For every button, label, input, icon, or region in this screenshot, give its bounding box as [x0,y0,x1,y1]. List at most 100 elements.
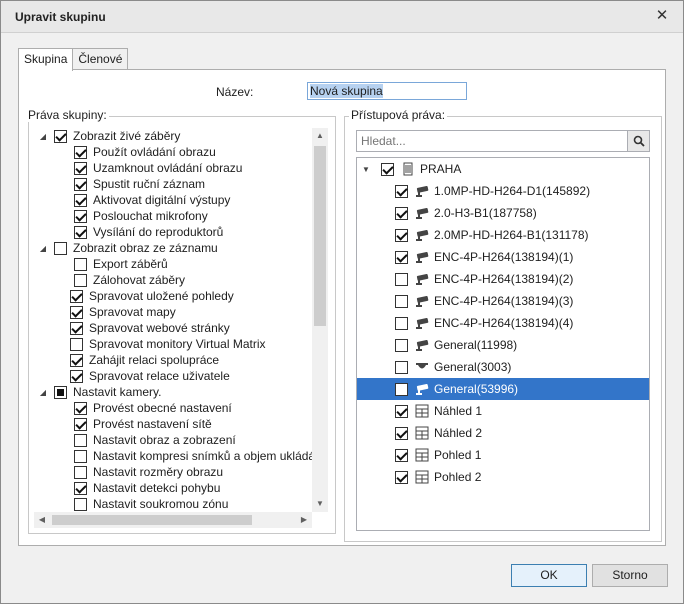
access-checkbox[interactable] [381,162,394,176]
tree-node-device[interactable]: 2.0MP-HD-H264-B1(131178) [357,224,649,246]
rights-item[interactable]: Spravovat monitory Virtual Matrix [54,336,266,352]
scroll-thumb[interactable] [314,146,326,326]
rights-item[interactable]: Uzamknout ovládání obrazu [74,160,242,176]
tree-node-device[interactable]: ENC-4P-H264(138194)(4) [357,312,649,334]
rights-item[interactable]: Spravovat relace uživatele [54,368,230,384]
rights-checkbox[interactable] [70,353,83,367]
rights-checkbox[interactable] [74,497,87,511]
scroll-up-icon[interactable]: ▲ [312,128,328,144]
rights-item[interactable]: Spravovat webové stránky [54,320,230,336]
rights-item[interactable]: Export záběrů [74,256,168,272]
access-checkbox[interactable] [395,206,408,220]
rights-checkbox[interactable] [74,465,87,479]
tree-node-device[interactable]: 2.0-H3-B1(187758) [357,202,649,224]
search-input[interactable] [357,131,627,151]
tree-node-device[interactable]: Pohled 2 [357,466,649,488]
rights-item[interactable]: Nastavit kompresi snímků a objem ukládá [74,448,312,464]
camera-icon [414,183,430,199]
rights-checkbox[interactable] [70,321,83,335]
rights-checkbox[interactable] [74,481,87,495]
scroll-down-icon[interactable]: ▼ [312,496,328,512]
expand-arrow-icon[interactable]: ◢ [38,131,48,141]
rights-vertical-scrollbar[interactable]: ▲ ▼ [312,128,328,512]
scroll-left-icon[interactable]: ◀ [34,512,50,528]
rights-checkbox[interactable] [74,273,87,287]
tree-node-site[interactable]: ▼ PRAHA [357,158,649,180]
tree-node-device[interactable]: ENC-4P-H264(138194)(3) [357,290,649,312]
rights-checkbox[interactable] [74,145,87,159]
rights-item[interactable]: ◢ Zobrazit živé záběry [38,128,180,144]
rights-item[interactable]: Vysílání do reproduktorů [74,224,223,240]
rights-checkbox[interactable] [74,177,87,191]
expand-arrow-icon[interactable]: ◢ [38,387,48,397]
tree-node-device[interactable]: General(3003) [357,356,649,378]
rights-item[interactable]: Provést nastavení sítě [74,416,212,432]
rights-checkbox[interactable] [70,305,83,319]
ok-button[interactable]: OK [511,564,587,587]
rights-item[interactable]: Zahájit relaci spolupráce [54,352,219,368]
rights-checkbox[interactable] [74,417,87,431]
rights-item[interactable]: Nastavit detekci pohybu [74,480,220,496]
tree-node-device[interactable]: General(53996) [357,378,649,400]
rights-item[interactable]: Nastavit soukromou zónu [74,496,228,512]
rights-item[interactable]: Spustit ruční záznam [74,176,205,192]
rights-checkbox[interactable] [74,209,87,223]
rights-item[interactable]: Spravovat mapy [54,304,176,320]
rights-item[interactable]: Aktivovat digitální výstupy [74,192,230,208]
rights-checkbox[interactable] [74,449,87,463]
scroll-thumb-horizontal[interactable] [52,515,252,525]
access-checkbox[interactable] [395,294,408,308]
rights-checkbox[interactable] [54,241,67,255]
tree-node-device[interactable]: ENC-4P-H264(138194)(1) [357,246,649,268]
rights-checkbox[interactable] [74,193,87,207]
rights-horizontal-scrollbar[interactable]: ◀ ▶ [34,512,312,528]
scroll-right-icon[interactable]: ▶ [296,512,312,528]
tree-node-device[interactable]: Náhled 2 [357,422,649,444]
cancel-button[interactable]: Storno [592,564,668,587]
access-checkbox[interactable] [395,338,408,352]
access-checkbox[interactable] [395,316,408,330]
rights-checkbox[interactable] [74,401,87,415]
rights-item[interactable]: Zálohovat záběry [74,272,185,288]
rights-checkbox[interactable] [70,337,83,351]
access-checkbox[interactable] [395,250,408,264]
access-checkbox[interactable] [395,470,408,484]
rights-item[interactable]: Nastavit rozměry obrazu [74,464,223,480]
tree-node-device[interactable]: General(11998) [357,334,649,356]
access-checkbox[interactable] [395,184,408,198]
access-checkbox[interactable] [395,360,408,374]
rights-checkbox[interactable] [74,433,87,447]
rights-item[interactable]: ◢ Nastavit kamery. [38,384,162,400]
close-icon[interactable]: ✕ [653,7,671,25]
rights-checkbox[interactable] [74,161,87,175]
tree-node-device[interactable]: Pohled 1 [357,444,649,466]
rights-checkbox[interactable] [54,129,67,143]
rights-item[interactable]: ◢ Zobrazit obraz ze záznamu [38,240,218,256]
access-checkbox[interactable] [395,228,408,242]
rights-item[interactable]: Spravovat uložené pohledy [54,288,234,304]
access-checkbox[interactable] [395,382,408,396]
rights-item[interactable]: Poslouchat mikrofony [74,208,208,224]
expand-arrow-icon[interactable]: ◢ [38,243,48,253]
rights-item[interactable]: Použít ovládání obrazu [74,144,216,160]
tree-node-device[interactable]: 1.0MP-HD-H264-D1(145892) [357,180,649,202]
rights-item[interactable]: Nastavit obraz a zobrazení [74,432,236,448]
name-input[interactable]: Nová skupina [307,82,467,100]
access-checkbox[interactable] [395,426,408,440]
search-button[interactable] [627,131,649,151]
tree-node-label: 2.0-H3-B1(187758) [434,206,537,220]
access-checkbox[interactable] [395,272,408,286]
access-checkbox[interactable] [395,404,408,418]
rights-checkbox[interactable] [74,257,87,271]
tab-members[interactable]: Členové [72,48,129,70]
rights-checkbox[interactable] [70,369,83,383]
tree-node-device[interactable]: ENC-4P-H264(138194)(2) [357,268,649,290]
tree-node-device[interactable]: Náhled 1 [357,400,649,422]
collapse-arrow-icon[interactable]: ▼ [361,164,371,174]
tab-group[interactable]: Skupina [18,48,74,71]
rights-checkbox[interactable] [70,289,83,303]
rights-item[interactable]: Provést obecné nastavení [74,400,232,416]
access-checkbox[interactable] [395,448,408,462]
rights-checkbox[interactable] [74,225,87,239]
rights-checkbox[interactable] [54,385,67,399]
